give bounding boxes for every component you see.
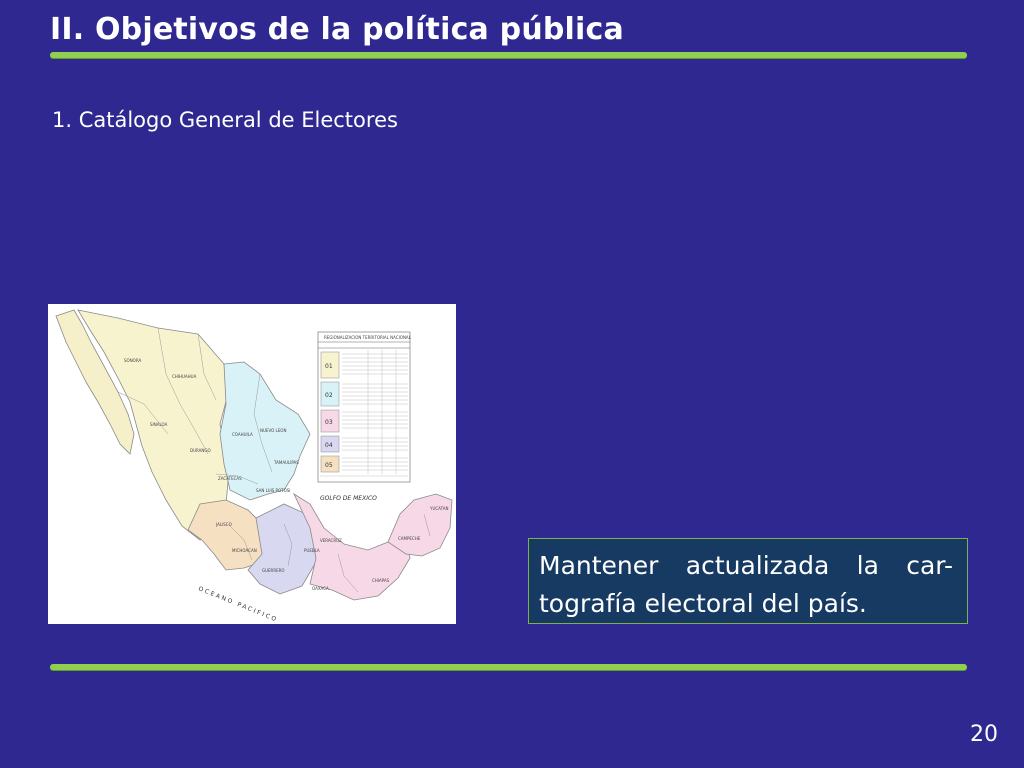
svg-text:ZACATECAS: ZACATECAS <box>218 476 242 481</box>
map-region-yucatan <box>387 493 453 557</box>
svg-text:CAMPECHE: CAMPECHE <box>398 536 421 541</box>
circ-label-3: 03 <box>325 419 333 426</box>
svg-text:OAXACA: OAXACA <box>312 586 329 591</box>
footer-divider <box>50 664 967 670</box>
circ-label-4: 04 <box>325 442 333 449</box>
svg-text:COAHUILA: COAHUILA <box>232 432 253 437</box>
svg-text:CHIHUAHUA: CHIHUAHUA <box>172 374 197 379</box>
svg-text:DURANGO: DURANGO <box>190 448 211 453</box>
slide-title: II. Objetivos de la política pública <box>50 12 624 47</box>
svg-text:YUCATAN: YUCATAN <box>429 506 448 511</box>
table-title: REGIONALIZACION TERRITORIAL NACIONAL <box>324 335 412 340</box>
svg-text:SINALOA: SINALOA <box>150 422 168 427</box>
page-number: 20 <box>970 722 998 747</box>
svg-text:GUERRERO: GUERRERO <box>262 568 285 573</box>
objective-callout: Mantener actualizada la car-tografía ele… <box>528 538 968 624</box>
svg-text:CHIAPAS: CHIAPAS <box>372 578 390 583</box>
svg-text:SAN LUIS POTOSI: SAN LUIS POTOSI <box>256 488 290 493</box>
electoral-map-image: SONORA CHIHUAHUA COAHUILA NUEVO LEON TAM… <box>48 304 456 624</box>
section-subtitle: 1. Catálogo General de Electores <box>52 108 398 132</box>
svg-text:NUEVO LEON: NUEVO LEON <box>260 428 286 433</box>
ocean-label: OCEANO PACIFICO <box>197 585 279 623</box>
circumscription-table: REGIONALIZACION TERRITORIAL NACIONAL 01 … <box>317 331 412 483</box>
svg-text:MICHOACAN: MICHOACAN <box>232 548 257 553</box>
gulf-label: GOLFO DE MEXICO <box>320 495 377 502</box>
svg-text:TAMAULIPAS: TAMAULIPAS <box>273 460 299 465</box>
circ-label-5: 05 <box>325 462 333 469</box>
circ-label-1: 01 <box>325 363 333 370</box>
svg-text:JALISCO: JALISCO <box>215 522 232 527</box>
svg-text:PUEBLA: PUEBLA <box>304 548 320 553</box>
svg-text:SONORA: SONORA <box>124 358 141 363</box>
mexico-map-illustration: SONORA CHIHUAHUA COAHUILA NUEVO LEON TAM… <box>55 309 453 624</box>
circ-label-2: 02 <box>325 392 333 399</box>
svg-text:VERACRUZ: VERACRUZ <box>320 538 342 543</box>
title-divider <box>50 52 967 58</box>
